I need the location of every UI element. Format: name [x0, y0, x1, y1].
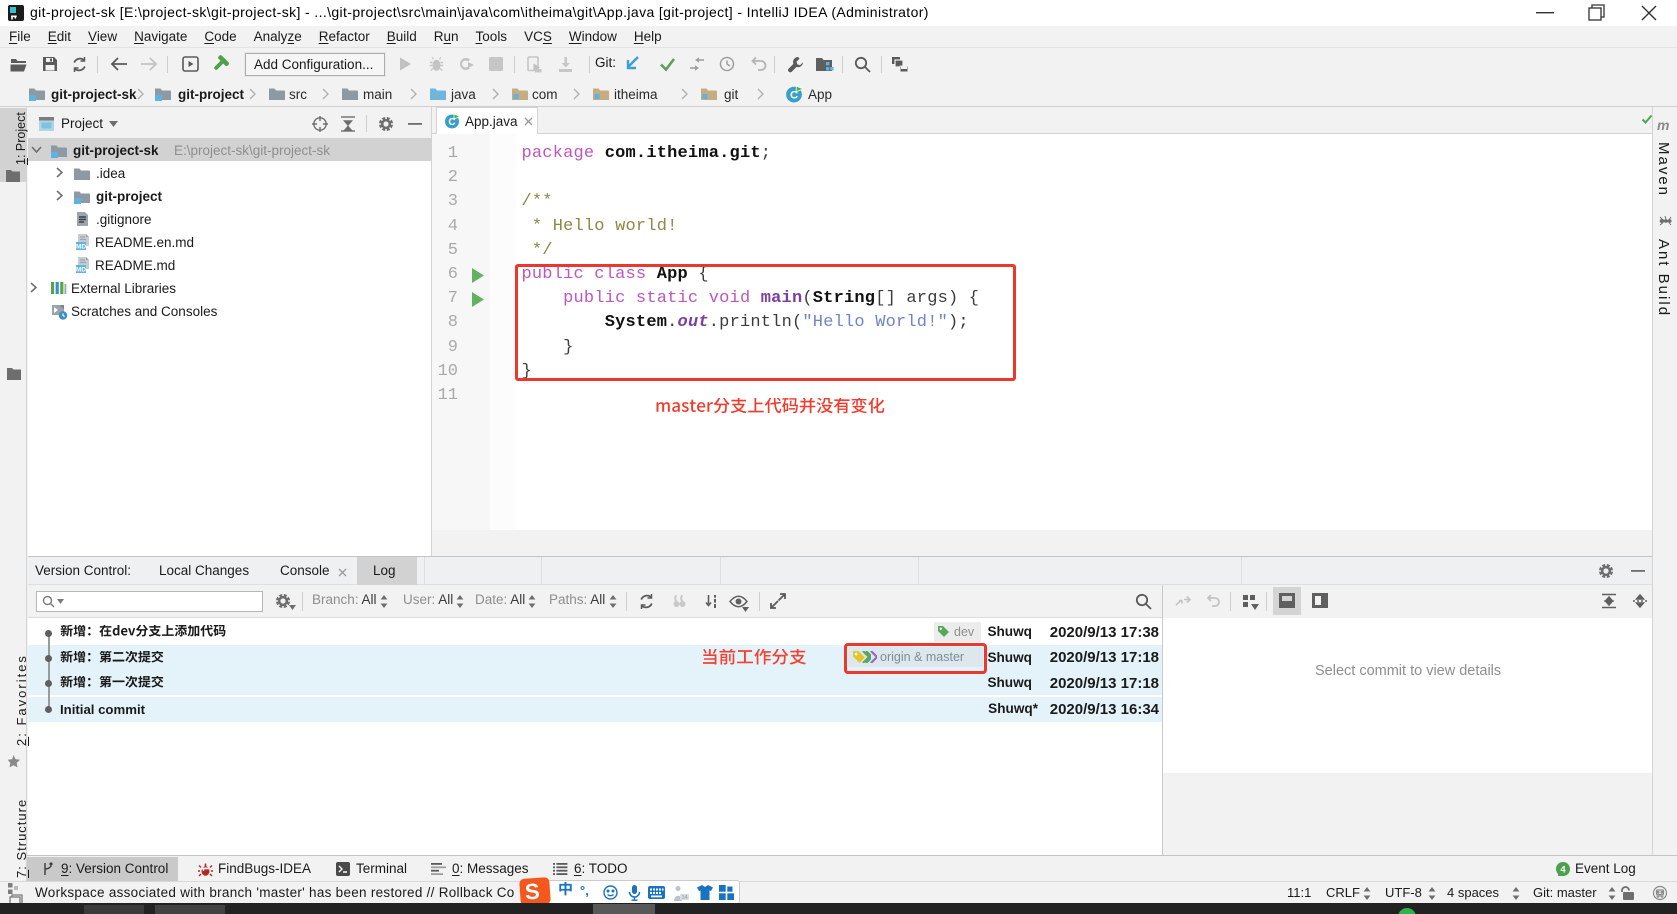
svg-text:MD: MD: [76, 244, 86, 251]
svg-text:4: 4: [1560, 865, 1566, 876]
svg-text:MD: MD: [76, 267, 86, 274]
svg-text:14: 14: [681, 895, 687, 901]
